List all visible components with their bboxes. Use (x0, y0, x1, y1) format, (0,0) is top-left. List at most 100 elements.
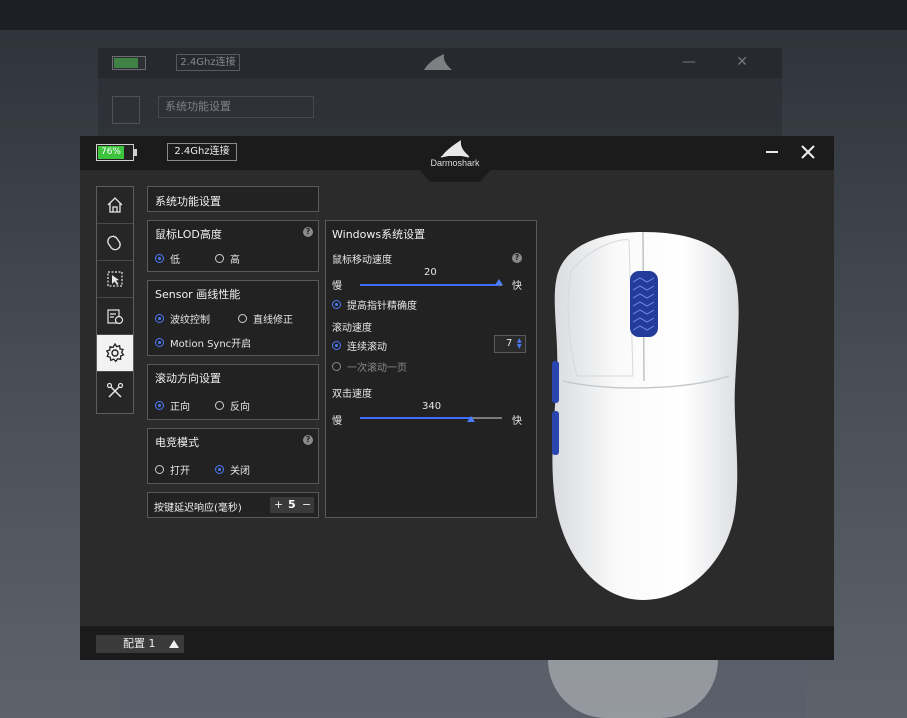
sidebar-item-pointer[interactable] (97, 261, 133, 298)
scroll-direction-panel: 滚动方向设置 正向 反向 (147, 364, 319, 420)
battery-indicator: 76% (96, 144, 137, 161)
lod-title: 鼠标LOD高度 (155, 228, 222, 241)
motion-sync-radio[interactable]: Motion Sync开启 (155, 335, 251, 350)
esports-off-radio[interactable]: 关闭 (215, 462, 250, 477)
continuous-scroll-label: 连续滚动 (347, 342, 387, 353)
double-click-value: 340 (422, 401, 442, 412)
pointer-icon (107, 271, 123, 287)
scroll-lines-value: 7 (506, 338, 513, 349)
debounce-value: 5 (288, 498, 296, 511)
lod-high-label: 高 (230, 255, 240, 266)
debounce-label: 按键延迟响应(毫秒) (154, 503, 242, 514)
motion-sync-label: Motion Sync开启 (170, 339, 252, 350)
radio-selected-icon (215, 465, 224, 474)
esports-help-icon[interactable]: ? (303, 435, 313, 445)
pointer-speed-help-icon[interactable]: ? (512, 253, 522, 263)
pointer-speed-fast: 快 (512, 281, 522, 292)
double-click-fast: 快 (512, 416, 522, 427)
tools-icon (106, 382, 124, 398)
stepper-arrows-icon[interactable]: ▲ ▼ (517, 338, 523, 350)
mouse-preview-image (552, 231, 739, 600)
background-titlebar: 2.4Ghz连接 — ✕ (98, 48, 782, 78)
lod-help-icon[interactable]: ? (303, 227, 313, 237)
esports-on-radio[interactable]: 打开 (155, 462, 190, 477)
background-battery (112, 56, 146, 70)
windows-settings-title: Windows系统设置 (332, 228, 426, 241)
double-click-label: 双击速度 (332, 389, 372, 400)
ripple-control-radio[interactable]: 波纹控制 (155, 311, 210, 326)
radio-selected-icon (155, 314, 164, 323)
double-click-slider-thumb[interactable] (467, 416, 475, 422)
scroll-speed-label: 滚动速度 (332, 323, 372, 334)
debounce-plus-button[interactable]: + (274, 498, 283, 511)
brand-name: Darmoshark (430, 158, 480, 168)
mouse-icon (107, 235, 121, 251)
background-connection: 2.4Ghz连接 (176, 54, 240, 71)
pointer-speed-label: 鼠标移动速度 (332, 255, 392, 266)
scroll-forward-label: 正向 (170, 402, 190, 413)
scroll-reverse-label: 反向 (230, 402, 250, 413)
angle-snap-label: 直线修正 (253, 315, 293, 326)
sidebar-item-home[interactable] (97, 187, 133, 224)
scroll-reverse-radio[interactable]: 反向 (215, 398, 250, 413)
profile-selector[interactable]: 配置 1 (96, 635, 184, 653)
sidebar-item-buttons[interactable] (97, 224, 133, 261)
radio-selected-icon (155, 254, 164, 263)
background-window-controls: — ✕ (681, 54, 766, 70)
double-click-slider[interactable] (360, 416, 502, 422)
debounce-stepper: + 5 − (270, 497, 314, 513)
minimize-button[interactable] (766, 151, 778, 153)
angle-snap-radio[interactable]: 直线修正 (238, 311, 293, 326)
esports-on-label: 打开 (170, 466, 190, 477)
esports-mode-panel: 电竞模式 ? 打开 关闭 (147, 428, 319, 484)
debounce-panel: 按键延迟响应(毫秒) + 5 − (147, 492, 319, 518)
mouse-config-window: 76% 2.4Ghz连接 Darmoshark 系统功能设置 鼠标LOD高度 ?… (80, 136, 834, 660)
windows-settings-panel: Windows系统设置 鼠标移动速度 ? 20 慢 快 提高指针精确度 滚动速度… (325, 220, 537, 518)
background-shark-logo-icon (424, 54, 452, 70)
radio-selected-icon (332, 300, 341, 309)
connection-mode-badge: 2.4Ghz连接 (167, 143, 237, 161)
chevron-up-icon (169, 640, 179, 648)
lod-low-radio[interactable]: 低 (155, 251, 180, 266)
pointer-speed-slider[interactable] (360, 279, 503, 286)
bottom-bar: 配置 1 (80, 626, 834, 660)
close-button[interactable] (798, 142, 818, 162)
radio-selected-icon (155, 401, 164, 410)
home-icon (107, 197, 123, 213)
sensor-title: Sensor 画线性能 (155, 288, 241, 301)
page-scroll-radio[interactable]: 一次滚动一页 (332, 359, 407, 374)
radio-icon (332, 362, 341, 371)
lod-high-radio[interactable]: 高 (215, 251, 240, 266)
pointer-speed-slider-fill (360, 284, 499, 286)
esports-mode-title: 电竞模式 (155, 436, 199, 449)
macro-icon (107, 309, 124, 325)
radio-selected-icon (155, 338, 164, 347)
scroll-direction-title: 滚动方向设置 (155, 372, 221, 385)
enhance-precision-radio[interactable]: 提高指针精确度 (332, 297, 417, 312)
scroll-forward-radio[interactable]: 正向 (155, 398, 190, 413)
desktop-top-strip (0, 0, 907, 30)
pointer-speed-slider-thumb[interactable] (495, 279, 503, 285)
radio-icon (238, 314, 247, 323)
sidebar-item-tools[interactable] (97, 372, 133, 409)
shark-fin-icon (440, 140, 470, 158)
double-click-slider-fill (360, 417, 471, 419)
sidebar-item-macro[interactable] (97, 298, 133, 335)
esports-off-label: 关闭 (230, 466, 250, 477)
ripple-control-label: 波纹控制 (170, 315, 210, 326)
page-scroll-label: 一次滚动一页 (347, 363, 407, 374)
lod-panel: 鼠标LOD高度 ? 低 高 (147, 220, 319, 272)
sensor-panel: Sensor 画线性能 波纹控制 直线修正 Motion Sync开启 (147, 280, 319, 356)
debounce-minus-button[interactable]: − (302, 498, 311, 511)
radio-icon (215, 401, 224, 410)
sidebar-item-settings[interactable] (97, 335, 133, 372)
background-home-icon (112, 96, 140, 124)
battery-nub (134, 149, 137, 156)
gear-icon (105, 342, 125, 363)
continuous-scroll-radio[interactable]: 连续滚动 (332, 338, 387, 353)
scroll-lines-stepper[interactable]: 7 ▲ ▼ (494, 335, 526, 353)
lod-low-label: 低 (170, 255, 180, 266)
battery-percent: 76% (100, 147, 121, 157)
pointer-speed-slow: 慢 (332, 281, 342, 292)
background-panel-title: 系统功能设置 (158, 96, 314, 118)
